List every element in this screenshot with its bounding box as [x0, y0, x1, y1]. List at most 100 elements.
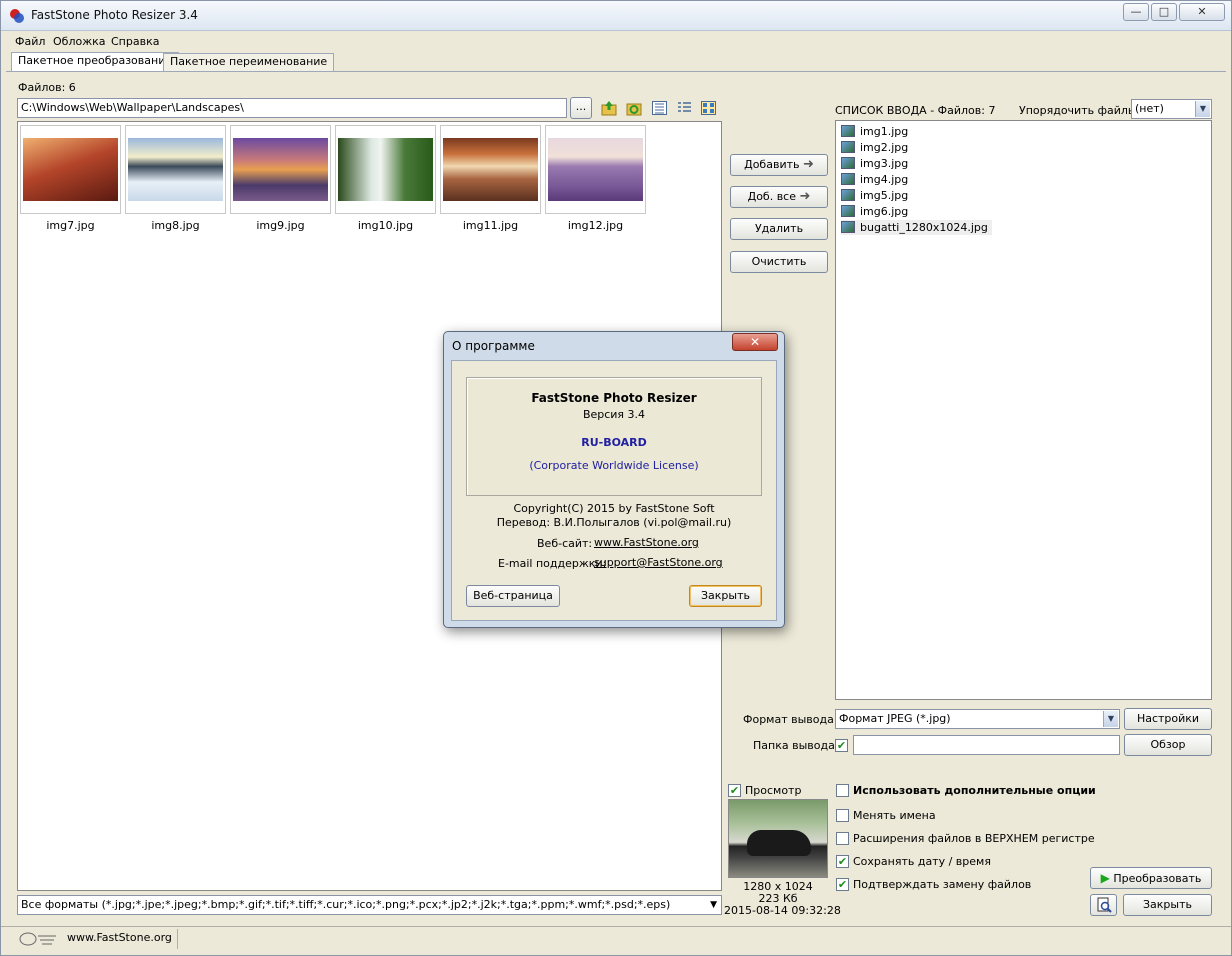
confirm-overwrite-label: Подтверждать замену файлов: [853, 878, 1032, 891]
about-licensee: RU-BOARD: [581, 436, 647, 449]
thumbnail-label: img10.jpg: [357, 219, 414, 232]
about-email-label: E-mail поддержки:: [498, 557, 607, 570]
about-webpage-button[interactable]: Веб-страница: [466, 585, 560, 607]
about-dialog-title: О программе: [452, 339, 535, 353]
folder-refresh-icon[interactable]: [626, 100, 642, 116]
list-item[interactable]: img3.jpg: [841, 156, 908, 171]
list-item[interactable]: img1.jpg: [841, 124, 908, 139]
folder-up-icon[interactable]: [601, 100, 617, 116]
add-button-label: Добавить: [744, 158, 800, 171]
about-version: Версия 3.4: [582, 408, 646, 421]
convert-button[interactable]: ▶ Преобразовать: [1090, 867, 1212, 889]
image-file-icon: [841, 141, 855, 153]
chevron-down-icon: ▼: [710, 900, 717, 910]
tab-batch-convert[interactable]: Пакетное преобразование: [11, 52, 180, 72]
tab-batch-rename[interactable]: Пакетное переименование: [163, 53, 335, 71]
list-item[interactable]: img6.jpg: [841, 204, 908, 219]
thumbnail-card[interactable]: [125, 125, 226, 214]
about-product-name: FastStone Photo Resizer: [531, 391, 697, 405]
add-all-button[interactable]: Доб. все ➜: [730, 186, 828, 208]
thumbnail-card[interactable]: [440, 125, 541, 214]
thumbnail-image: [443, 138, 538, 201]
preview-date: 2015-08-14 09:32:28: [724, 904, 841, 917]
status-bar: www.FastStone.org: [1, 926, 1231, 956]
preview-image: [728, 799, 828, 878]
thumbnail-label: img12.jpg: [567, 219, 624, 232]
output-format-select[interactable]: Формат JPEG (*.jpg) ▼: [835, 709, 1120, 729]
image-file-icon: [841, 189, 855, 201]
about-close-button[interactable]: Закрыть: [689, 585, 762, 607]
list-item-label: img2.jpg: [860, 141, 909, 154]
view-details-icon[interactable]: [652, 101, 667, 115]
sort-label: Упорядочить файлы:: [1019, 104, 1141, 117]
format-filter-value: Все форматы (*.jpg;*.jpe;*.jpeg;*.bmp;*.…: [21, 898, 671, 911]
about-info-box: FastStone Photo Resizer Версия 3.4 RU-BO…: [466, 377, 762, 496]
about-translation: Перевод: В.И.Полыгалов (vi.pol@mail.ru): [496, 516, 732, 529]
title-bar: FastStone Photo Resizer 3.4 — □ ✕: [1, 1, 1231, 31]
menu-skin[interactable]: Обложка: [53, 35, 106, 48]
double-arrow-right-icon: ➜: [799, 189, 811, 204]
status-website[interactable]: www.FastStone.org: [67, 931, 172, 944]
output-folder-input[interactable]: [853, 735, 1120, 755]
thumbnail-image: [233, 138, 328, 201]
output-folder-checkbox[interactable]: ✔: [835, 739, 848, 752]
thumbnail-card[interactable]: [335, 125, 436, 214]
thumbnail-card[interactable]: [20, 125, 121, 214]
list-item-label: img1.jpg: [860, 125, 909, 138]
input-list-title: СПИСОК ВВОДА - Файлов: 7: [835, 104, 996, 117]
list-item-label: img6.jpg: [860, 205, 909, 218]
list-item-label: img4.jpg: [860, 173, 909, 186]
remove-button[interactable]: Удалить: [730, 218, 828, 240]
browse-path-button[interactable]: ...: [570, 97, 592, 119]
minimize-button[interactable]: —: [1123, 3, 1149, 21]
thumbnail-image: [128, 138, 223, 201]
chevron-down-icon: ▼: [1103, 711, 1118, 727]
arrow-right-icon: ➜: [802, 157, 814, 172]
about-license: (Corporate Worldwide License): [529, 459, 699, 472]
close-window-button[interactable]: ✕: [1179, 3, 1225, 21]
thumbnail-card[interactable]: [545, 125, 646, 214]
maximize-button[interactable]: □: [1151, 3, 1177, 21]
advanced-options-label: Использовать дополнительные опции: [853, 784, 1096, 797]
thumbnail-label: img9.jpg: [256, 219, 305, 232]
list-item-label: bugatti_1280x1024.jpg: [860, 221, 988, 234]
about-dialog-close-button[interactable]: ✕: [732, 333, 778, 351]
thumbnail-label: img7.jpg: [46, 219, 95, 232]
preview-zoom-button[interactable]: [1090, 894, 1117, 916]
add-all-button-label: Доб. все: [747, 190, 796, 203]
close-button[interactable]: Закрыть: [1123, 894, 1212, 916]
thumbnail-card[interactable]: [230, 125, 331, 214]
view-list-icon[interactable]: [677, 101, 692, 115]
about-website-label: Веб-сайт:: [537, 537, 593, 550]
about-email-link[interactable]: support@FastStone.org: [594, 556, 723, 569]
settings-button[interactable]: Настройки: [1124, 708, 1212, 730]
list-item[interactable]: img2.jpg: [841, 140, 908, 155]
menu-help[interactable]: Справка: [111, 35, 159, 48]
about-website-link[interactable]: www.FastStone.org: [594, 536, 699, 549]
path-input[interactable]: C:\Windows\Web\Wallpaper\Landscapes\: [17, 98, 567, 118]
add-button[interactable]: Добавить ➜: [730, 154, 828, 176]
car-silhouette: [747, 830, 811, 856]
advanced-options-checkbox[interactable]: [836, 784, 849, 797]
clear-button[interactable]: Очистить: [730, 251, 828, 273]
convert-button-label: Преобразовать: [1113, 872, 1202, 885]
menu-file[interactable]: Файл: [15, 35, 45, 48]
uppercase-ext-checkbox[interactable]: [836, 832, 849, 845]
browse-folder-button[interactable]: Обзор: [1124, 734, 1212, 756]
list-item-selected[interactable]: bugatti_1280x1024.jpg: [841, 220, 992, 235]
rename-checkbox[interactable]: [836, 809, 849, 822]
files-count: Файлов: 6: [18, 81, 76, 94]
list-item[interactable]: img5.jpg: [841, 188, 908, 203]
chevron-down-icon: ▼: [1195, 101, 1210, 117]
keep-date-checkbox[interactable]: ✔: [836, 855, 849, 868]
list-item[interactable]: img4.jpg: [841, 172, 908, 187]
image-file-icon: [841, 205, 855, 217]
output-folder-label: Папка вывода:: [753, 739, 839, 752]
format-filter-select[interactable]: Все форматы (*.jpg;*.jpe;*.jpeg;*.bmp;*.…: [17, 895, 722, 915]
view-thumbnails-icon[interactable]: [701, 101, 716, 115]
confirm-overwrite-checkbox[interactable]: ✔: [836, 878, 849, 891]
output-format-value: Формат JPEG (*.jpg): [839, 712, 951, 725]
about-dialog-body: FastStone Photo Resizer Версия 3.4 RU-BO…: [451, 360, 777, 621]
sort-select[interactable]: (нет) ▼: [1131, 99, 1212, 119]
preview-checkbox[interactable]: ✔: [728, 784, 741, 797]
